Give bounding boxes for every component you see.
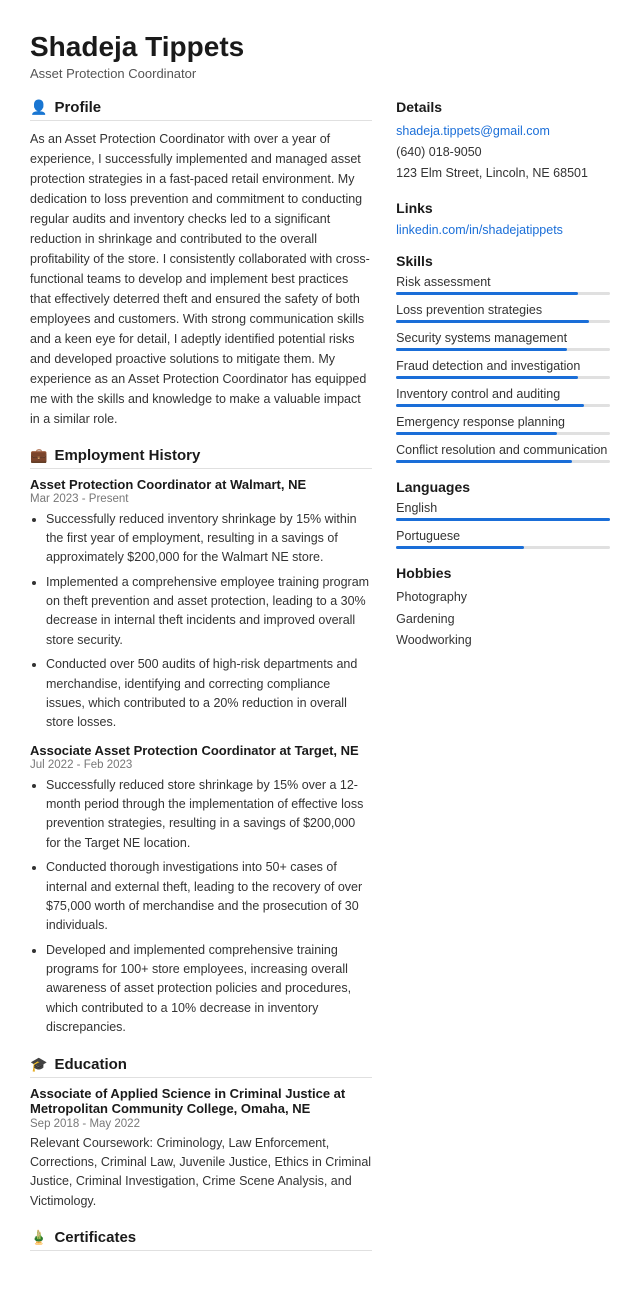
phone-text: (640) 018-9050	[396, 145, 481, 159]
skill-bar-fill	[396, 348, 567, 351]
language-name: Portuguese	[396, 529, 610, 543]
skill-bar-fill	[396, 404, 584, 407]
employment-section: 💼 Employment History Asset Protection Co…	[30, 447, 372, 1038]
job-2-bullets: Successfully reduced store shrinkage by …	[30, 776, 372, 1038]
skills-list: Risk assessment Loss prevention strategi…	[396, 275, 610, 463]
skills-title: Skills	[396, 253, 610, 269]
linkedin-link[interactable]: linkedin.com/in/shadejatippets	[396, 223, 563, 237]
languages-title: Languages	[396, 479, 610, 495]
certificates-section: 🎍 Certificates	[30, 1229, 372, 1251]
skill-name: Risk assessment	[396, 275, 610, 289]
skill-name: Inventory control and auditing	[396, 387, 610, 401]
links-title: Links	[396, 200, 610, 216]
skill-name: Loss prevention strategies	[396, 303, 610, 317]
employment-icon: 💼	[30, 447, 47, 464]
skill-item: Security systems management	[396, 331, 610, 351]
skill-name: Emergency response planning	[396, 415, 610, 429]
skill-bar-bg	[396, 348, 610, 351]
candidate-title: Asset Protection Coordinator	[30, 66, 610, 81]
employment-section-title: 💼 Employment History	[30, 447, 372, 469]
links-section: Links linkedin.com/in/shadejatippets	[396, 200, 610, 237]
email-link[interactable]: shadeja.tippets@gmail.com	[396, 124, 550, 138]
profile-icon: 👤	[30, 99, 47, 116]
skill-item: Conflict resolution and communication	[396, 443, 610, 463]
skill-bar-fill	[396, 320, 588, 323]
skill-item: Emergency response planning	[396, 415, 610, 435]
job-2-bullet-2: Conducted thorough investigations into 5…	[46, 858, 372, 936]
education-icon: 🎓	[30, 1056, 47, 1073]
skill-bar-fill	[396, 292, 578, 295]
hobbies-section: Hobbies PhotographyGardeningWoodworking	[396, 565, 610, 651]
skill-bar-bg	[396, 320, 610, 323]
skill-bar-fill	[396, 460, 571, 463]
skill-bar-bg	[396, 460, 610, 463]
job-2-bullet-3: Developed and implemented comprehensive …	[46, 941, 372, 1038]
job-1-date: Mar 2023 - Present	[30, 493, 372, 505]
skill-item: Loss prevention strategies	[396, 303, 610, 323]
hobbies-list: PhotographyGardeningWoodworking	[396, 587, 610, 651]
education-section-title: 🎓 Education	[30, 1056, 372, 1078]
job-2-bullet-1: Successfully reduced store shrinkage by …	[46, 776, 372, 854]
job-2: Associate Asset Protection Coordinator a…	[30, 743, 372, 1038]
job-1: Asset Protection Coordinator at Walmart,…	[30, 477, 372, 733]
certificates-icon: 🎍	[30, 1229, 47, 1246]
skill-bar-bg	[396, 376, 610, 379]
left-column: 👤 Profile As an Asset Protection Coordin…	[30, 99, 372, 1270]
language-name: English	[396, 501, 610, 515]
education-section: 🎓 Education Associate of Applied Science…	[30, 1056, 372, 1212]
job-1-bullets: Successfully reduced inventory shrinkage…	[30, 510, 372, 733]
candidate-name: Shadeja Tippets	[30, 30, 610, 64]
right-column: Details shadeja.tippets@gmail.com (640) …	[396, 99, 610, 1270]
skill-item: Inventory control and auditing	[396, 387, 610, 407]
skill-bar-bg	[396, 404, 610, 407]
job-1-title: Asset Protection Coordinator at Walmart,…	[30, 477, 372, 492]
languages-list: English Portuguese	[396, 501, 610, 549]
languages-section: Languages English Portuguese	[396, 479, 610, 549]
skill-item: Risk assessment	[396, 275, 610, 295]
skill-item: Fraud detection and investigation	[396, 359, 610, 379]
hobbies-title: Hobbies	[396, 565, 610, 581]
edu-1-date: Sep 2018 - May 2022	[30, 1118, 372, 1130]
job-1-bullet-2: Implemented a comprehensive employee tra…	[46, 573, 372, 651]
job-2-date: Jul 2022 - Feb 2023	[30, 759, 372, 771]
resume-header: Shadeja Tippets Asset Protection Coordin…	[30, 30, 610, 81]
skill-bar-fill	[396, 432, 556, 435]
language-bar-bg	[396, 518, 610, 521]
edu-1-description: Relevant Coursework: Criminology, Law En…	[30, 1134, 372, 1212]
hobby-item: Gardening	[396, 609, 610, 630]
profile-text: As an Asset Protection Coordinator with …	[30, 129, 372, 429]
profile-section-title: 👤 Profile	[30, 99, 372, 121]
details-title: Details	[396, 99, 610, 115]
details-section: Details shadeja.tippets@gmail.com (640) …	[396, 99, 610, 185]
address-text: 123 Elm Street, Lincoln, NE 68501	[396, 166, 588, 180]
language-item: Portuguese	[396, 529, 610, 549]
skill-bar-fill	[396, 376, 578, 379]
hobby-item: Woodworking	[396, 630, 610, 651]
certificates-section-title: 🎍 Certificates	[30, 1229, 372, 1251]
edu-1-title: Associate of Applied Science in Criminal…	[30, 1086, 372, 1116]
skill-name: Conflict resolution and communication	[396, 443, 610, 457]
skill-bar-bg	[396, 432, 610, 435]
education-entry-1: Associate of Applied Science in Criminal…	[30, 1086, 372, 1212]
job-2-title: Associate Asset Protection Coordinator a…	[30, 743, 372, 758]
skill-bar-bg	[396, 292, 610, 295]
job-1-bullet-1: Successfully reduced inventory shrinkage…	[46, 510, 372, 568]
skills-section: Skills Risk assessment Loss prevention s…	[396, 253, 610, 463]
hobby-item: Photography	[396, 587, 610, 608]
language-item: English	[396, 501, 610, 521]
language-bar-fill	[396, 546, 524, 549]
skill-name: Fraud detection and investigation	[396, 359, 610, 373]
skill-name: Security systems management	[396, 331, 610, 345]
job-1-bullet-3: Conducted over 500 audits of high-risk d…	[46, 655, 372, 733]
language-bar-fill	[396, 518, 610, 521]
profile-section: 👤 Profile As an Asset Protection Coordin…	[30, 99, 372, 429]
language-bar-bg	[396, 546, 610, 549]
